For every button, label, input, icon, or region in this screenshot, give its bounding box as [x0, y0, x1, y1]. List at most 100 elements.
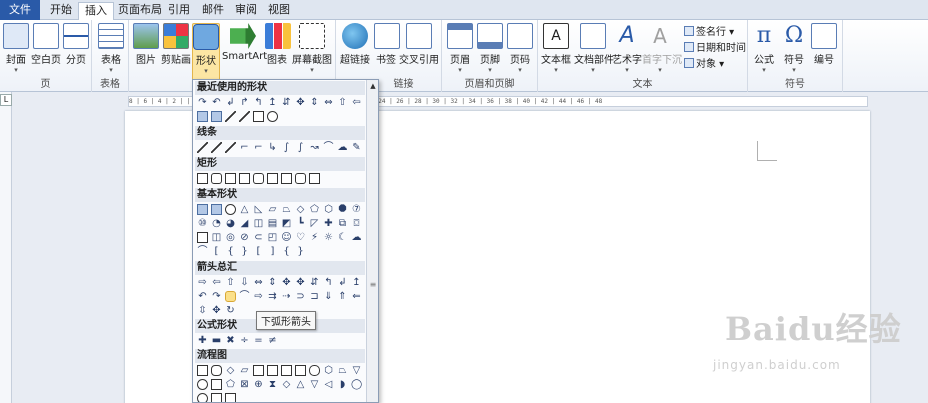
shape-icon[interactable]: ⇔: [323, 97, 334, 108]
shape-icon[interactable]: ◸: [309, 218, 320, 229]
shape-icon[interactable]: ◇: [281, 379, 292, 390]
shape-icon[interactable]: [281, 173, 292, 184]
minus-shape-icon[interactable]: ▬: [211, 335, 222, 346]
shape-icon[interactable]: ⧗: [267, 379, 278, 390]
shape-icon[interactable]: ⇔: [253, 277, 264, 288]
shape-icon[interactable]: [197, 393, 208, 402]
number-button[interactable]: 编号: [810, 23, 838, 66]
shape-icon[interactable]: ↲: [337, 277, 348, 288]
shape-icon[interactable]: ☁: [337, 142, 348, 153]
shape-icon[interactable]: ☺: [281, 232, 292, 243]
shape-icon[interactable]: [197, 204, 208, 215]
plus-shape-icon[interactable]: ✚: [197, 335, 208, 346]
shape-icon[interactable]: ◔: [211, 218, 222, 229]
shape-icon[interactable]: ∫: [295, 142, 306, 153]
shape-icon[interactable]: ]: [267, 246, 278, 257]
shape-icon[interactable]: ☁: [351, 232, 362, 243]
shape-icon[interactable]: ⬠: [309, 204, 320, 215]
shape-icon[interactable]: ◫: [253, 218, 264, 229]
shape-icon[interactable]: [309, 173, 320, 184]
shape-icon[interactable]: [253, 365, 264, 376]
shape-icon[interactable]: ↰: [323, 277, 334, 288]
divide-shape-icon[interactable]: ÷: [239, 335, 250, 346]
shape-icon[interactable]: ⏢: [281, 204, 292, 215]
shape-icon[interactable]: [295, 173, 306, 184]
textbox-button[interactable]: A 文本框 ▾: [540, 23, 572, 74]
shape-icon[interactable]: {: [225, 246, 236, 257]
shape-icon[interactable]: ◁: [323, 379, 334, 390]
clipart-button[interactable]: 剪贴画: [161, 23, 191, 66]
shape-icon[interactable]: [267, 173, 278, 184]
page-break-button[interactable]: 分页: [62, 23, 90, 66]
chart-button[interactable]: 图表: [265, 23, 291, 66]
shape-icon[interactable]: }: [239, 246, 250, 257]
shape-icon[interactable]: ⇢: [281, 291, 292, 302]
shape-icon[interactable]: [253, 173, 264, 184]
shape-icon[interactable]: ↳: [267, 142, 278, 153]
shape-icon[interactable]: ⌒: [239, 291, 250, 302]
shape-icon[interactable]: [211, 379, 222, 390]
shape-icon[interactable]: △: [295, 379, 306, 390]
shape-icon[interactable]: ⌐: [239, 142, 250, 153]
shape-icon[interactable]: ◢: [239, 218, 250, 229]
tab-review[interactable]: 审阅: [229, 2, 263, 20]
shape-icon[interactable]: ⌐: [253, 142, 264, 153]
shape-icon[interactable]: [267, 365, 278, 376]
shape-icon[interactable]: ⇕: [309, 97, 320, 108]
shape-icon[interactable]: ┗: [295, 218, 306, 229]
shape-icon[interactable]: ↥: [351, 277, 362, 288]
tab-home[interactable]: 开始: [44, 2, 78, 20]
shape-icon[interactable]: [211, 142, 222, 153]
equal-shape-icon[interactable]: =: [253, 335, 264, 346]
shape-icon[interactable]: [: [253, 246, 264, 257]
shape-icon[interactable]: ◫: [211, 232, 222, 243]
shape-icon[interactable]: ↷: [197, 97, 208, 108]
shape-icon[interactable]: [281, 365, 292, 376]
screenshot-button[interactable]: 屏幕截图 ▾: [291, 23, 333, 74]
shape-icon[interactable]: ⌼: [351, 218, 362, 229]
shape-icon[interactable]: ⬠: [225, 379, 236, 390]
shape-icon[interactable]: [225, 142, 236, 153]
shape-icon[interactable]: ◎: [225, 232, 236, 243]
shape-icon[interactable]: ↱: [239, 97, 250, 108]
shape-icon[interactable]: [309, 365, 320, 376]
shape-icon[interactable]: ▽: [309, 379, 320, 390]
shape-icon[interactable]: [: [211, 246, 222, 257]
shape-icon[interactable]: ↷: [211, 291, 222, 302]
shape-icon[interactable]: ⇕: [267, 277, 278, 288]
wordart-button[interactable]: A 艺术字 ▾: [612, 23, 642, 74]
tab-file[interactable]: 文件: [0, 0, 40, 20]
signature-line-button[interactable]: 签名行 ▾: [684, 23, 734, 38]
shape-icon[interactable]: ▽: [351, 365, 362, 376]
shape-icon[interactable]: ◩: [281, 218, 292, 229]
shape-icon[interactable]: [197, 365, 208, 376]
shape-icon[interactable]: ⇳: [197, 305, 208, 316]
shape-icon[interactable]: ⌒: [323, 142, 334, 153]
dropcap-button[interactable]: A 首字下沉 ▾: [642, 23, 682, 74]
shape-icon[interactable]: [211, 173, 222, 184]
shape-icon[interactable]: ∫: [281, 142, 292, 153]
shape-icon[interactable]: [267, 111, 278, 122]
shape-icon[interactable]: ⊠: [239, 379, 250, 390]
blank-page-button[interactable]: 空白页: [30, 23, 62, 66]
resize-grip-icon[interactable]: ≡: [368, 280, 378, 289]
shape-icon[interactable]: ⌒: [197, 246, 208, 257]
shape-icon[interactable]: [197, 111, 208, 122]
shape-icon[interactable]: [211, 111, 222, 122]
shape-icon[interactable]: ⇦: [351, 97, 362, 108]
tab-mailings[interactable]: 邮件: [196, 2, 230, 20]
shape-icon[interactable]: ◕: [225, 218, 236, 229]
shape-icon[interactable]: [295, 365, 306, 376]
shape-icon[interactable]: ✥: [295, 277, 306, 288]
shape-icon[interactable]: ⯃: [337, 204, 348, 215]
tab-page-layout[interactable]: 页面布局: [112, 2, 168, 20]
shape-icon[interactable]: ⑦: [351, 204, 362, 215]
tab-insert[interactable]: 插入: [78, 2, 114, 20]
tab-selector[interactable]: L: [0, 94, 12, 106]
shapes-button[interactable]: 形状 ▾: [192, 23, 220, 85]
shape-icon[interactable]: ⇓: [323, 291, 334, 302]
shape-icon[interactable]: {: [281, 246, 292, 257]
shape-icon[interactable]: ↥: [267, 97, 278, 108]
shape-icon[interactable]: ◺: [253, 204, 264, 215]
cover-button[interactable]: 封面 ▾: [2, 23, 30, 74]
